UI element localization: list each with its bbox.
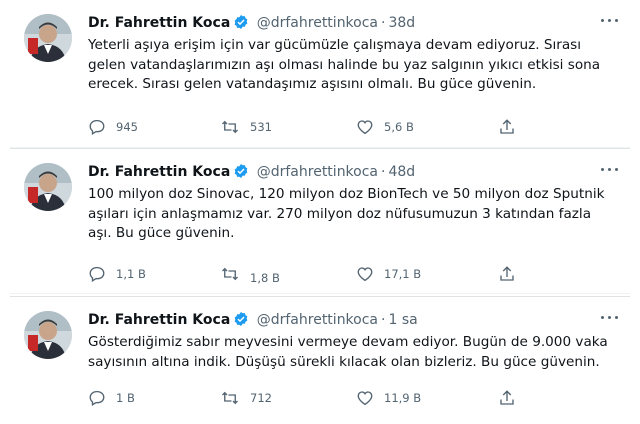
avatar-image: [24, 163, 72, 211]
retweet-button[interactable]: 531: [220, 116, 272, 138]
tweet[interactable]: Dr. Fahrettin Koca @drfahrettinkoca · 1 sa…: [10, 296, 630, 424]
share-icon: [500, 119, 514, 134]
like-count: 17,1 B: [384, 267, 422, 281]
retweet-count: 1,8 B: [250, 271, 280, 285]
retweet-button[interactable]: 712: [220, 387, 272, 409]
share-icon: [500, 390, 514, 405]
share-button[interactable]: [498, 263, 526, 285]
avatar-image: [24, 14, 72, 62]
verified-badge-icon: [233, 311, 249, 334]
author-handle[interactable]: @drfahrettinkoca: [257, 312, 378, 328]
avatar[interactable]: [24, 163, 72, 211]
share-button[interactable]: [498, 387, 526, 409]
more-options-icon[interactable]: [598, 161, 622, 177]
author-name[interactable]: Dr. Fahrettin Koca: [88, 164, 230, 180]
tweet-text: Yeterli aşıya erişim için var gücümüzle …: [88, 37, 601, 92]
avatar-image: [24, 311, 72, 359]
retweet-count: 531: [250, 120, 272, 134]
tweet-header: Dr. Fahrettin Koca @drfahrettinkoca · 1 sa: [88, 309, 620, 331]
heart-icon: [357, 120, 373, 135]
reply-count: 945: [116, 120, 138, 134]
like-count: 5,6 B: [384, 120, 414, 134]
tweet[interactable]: Dr. Fahrettin Koca @drfahrettinkoca · 38d …: [10, 0, 630, 148]
reply-count: 1,1 B: [116, 267, 146, 281]
author-handle[interactable]: @drfahrettinkoca: [257, 164, 378, 180]
reply-button[interactable]: 1 B: [88, 387, 135, 409]
share-icon: [500, 266, 514, 281]
separator: ·: [381, 312, 386, 328]
like-count: 11,9 B: [384, 391, 422, 405]
reply-icon: [89, 390, 105, 406]
retweet-count: 712: [250, 391, 272, 405]
like-button[interactable]: 17,1 B: [356, 263, 421, 285]
tweet-header: Dr. Fahrettin Koca @drfahrettinkoca · 48d: [88, 161, 620, 183]
more-options-icon[interactable]: [598, 12, 622, 28]
author-name[interactable]: Dr. Fahrettin Koca: [88, 312, 230, 328]
retweet-icon: [222, 267, 238, 281]
reply-button[interactable]: 945: [88, 116, 138, 138]
reply-icon: [89, 266, 105, 282]
separator: ·: [381, 15, 386, 31]
heart-icon: [357, 267, 373, 282]
reply-count: 1 B: [116, 391, 135, 405]
tweet-text: 100 milyon doz Sinovac, 120 milyon doz B…: [88, 186, 605, 241]
like-button[interactable]: 11,9 B: [356, 387, 421, 409]
tweet-time[interactable]: 1 sa: [388, 312, 417, 328]
verified-badge-icon: [233, 14, 249, 37]
avatar[interactable]: [24, 311, 72, 359]
verified-badge-icon: [233, 163, 249, 186]
avatar[interactable]: [24, 14, 72, 62]
separator: ·: [381, 164, 386, 180]
reply-button[interactable]: 1,1 B: [88, 263, 146, 285]
retweet-icon: [222, 391, 238, 405]
like-button[interactable]: 5,6 B: [356, 116, 414, 138]
tweet-actions: 945 531 5,6 B: [88, 116, 528, 138]
retweet-button[interactable]: 1,8 B: [220, 263, 280, 285]
author-handle[interactable]: @drfahrettinkoca: [257, 15, 378, 31]
more-options-icon[interactable]: [598, 309, 622, 325]
tweet-header: Dr. Fahrettin Koca @drfahrettinkoca · 38d: [88, 12, 620, 34]
reply-icon: [89, 119, 105, 135]
retweet-icon: [222, 120, 238, 134]
author-name[interactable]: Dr. Fahrettin Koca: [88, 15, 230, 31]
tweet-actions: 1,1 B 1,8 B 17,1 B: [88, 263, 528, 285]
tweet-time[interactable]: 38d: [388, 15, 415, 31]
heart-icon: [357, 391, 373, 406]
tweet-actions: 1 B 712 11,9 B: [88, 387, 528, 409]
tweet-time[interactable]: 48d: [388, 164, 415, 180]
tweet-text: Gösterdiğimiz sabır meyvesini vermeye de…: [88, 334, 608, 370]
share-button[interactable]: [498, 116, 526, 138]
tweet[interactable]: Dr. Fahrettin Koca @drfahrettinkoca · 48d …: [10, 148, 630, 294]
